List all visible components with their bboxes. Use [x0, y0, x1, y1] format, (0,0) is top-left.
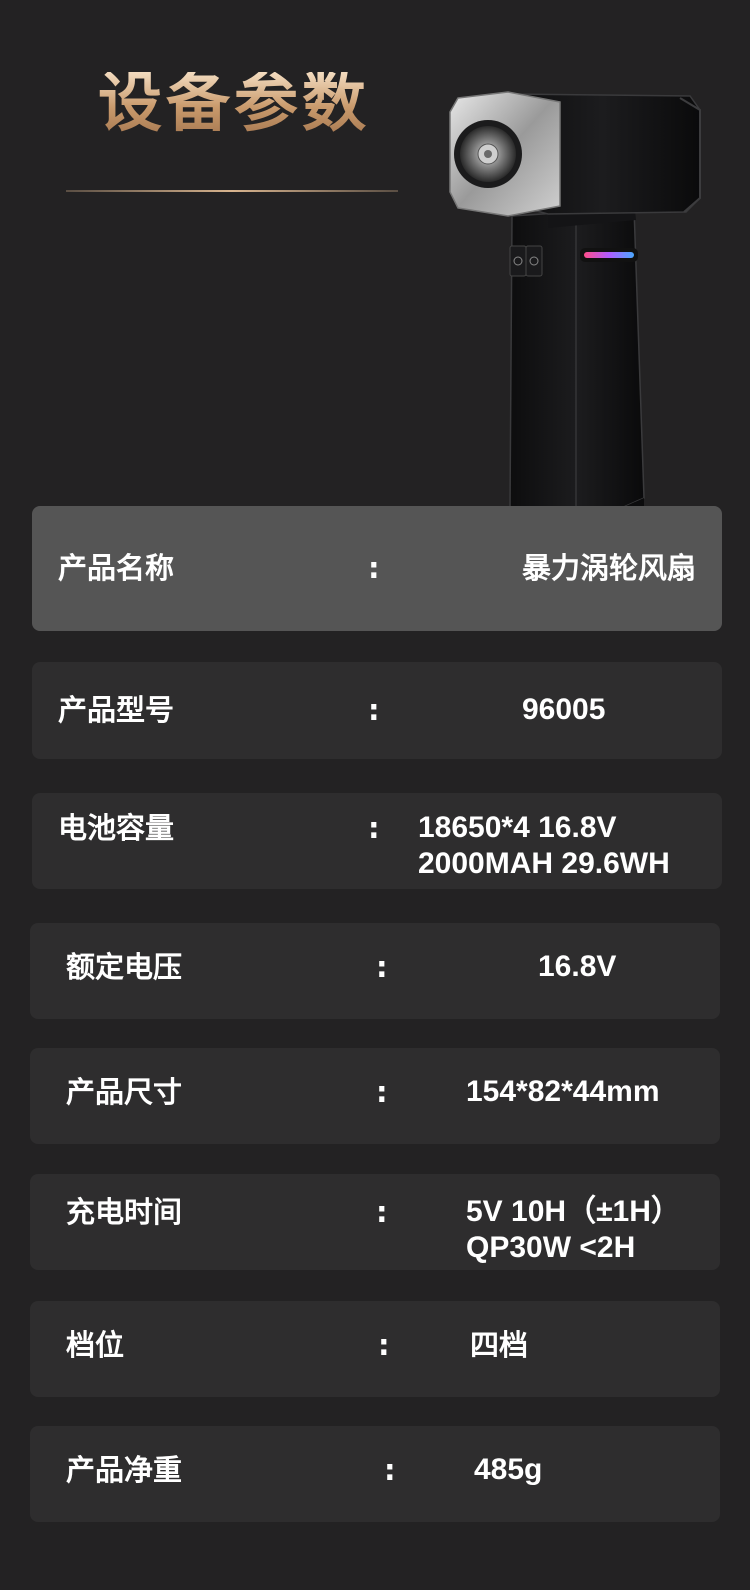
spec-value-line: 2000MAH 29.6WH — [418, 847, 670, 880]
spec-value: 154*82*44mm — [466, 1075, 660, 1108]
page-title: 设备参数 — [98, 67, 370, 141]
spec-label: 产品尺寸 — [66, 1075, 183, 1109]
spec-row-weight: 产品净重 : 485g — [30, 1426, 720, 1522]
spec-label: 产品名称 — [58, 551, 175, 585]
spec-colon: : — [368, 811, 380, 845]
spec-value-line: QP30W <2H — [466, 1231, 636, 1264]
spec-value: 485g — [474, 1453, 543, 1486]
spec-label: 电池容量 — [58, 811, 175, 845]
spec-colon: : — [368, 551, 380, 585]
spec-label: 产品型号 — [58, 693, 175, 727]
spec-value: 16.8V — [538, 950, 617, 983]
spec-label: 额定电压 — [66, 950, 183, 984]
spec-colon: : — [376, 1075, 388, 1109]
spec-value: 四档 — [470, 1328, 529, 1362]
spec-colon: : — [376, 950, 388, 984]
spec-colon: : — [376, 1195, 388, 1229]
spec-row-product-name: 产品名称 : 暴力涡轮风扇 — [32, 506, 722, 631]
spec-colon: : — [368, 693, 380, 727]
title-divider — [66, 190, 398, 192]
turbo-fan-product-image — [449, 91, 701, 538]
spec-value-line: 18650*4 16.8V — [418, 811, 617, 844]
spec-label: 档位 — [66, 1328, 125, 1362]
spec-row-size: 产品尺寸 : 154*82*44mm — [30, 1048, 720, 1144]
spec-row-model: 产品型号 : 96005 — [32, 662, 722, 759]
spec-colon: : — [378, 1328, 390, 1362]
spec-colon: : — [384, 1453, 396, 1487]
spec-label: 充电时间 — [66, 1195, 183, 1229]
spec-value: 暴力涡轮风扇 — [522, 551, 697, 585]
spec-row-battery: 电池容量 : 18650*4 16.8V 2000MAH 29.6WH — [32, 793, 722, 889]
spec-value-line: 5V 10H（±1H） — [466, 1195, 681, 1228]
spec-row-voltage: 额定电压 : 16.8V — [30, 923, 720, 1019]
spec-row-charging: 充电时间 : 5V 10H（±1H） QP30W <2H — [30, 1174, 720, 1270]
spec-value: 96005 — [522, 693, 606, 726]
spec-row-gears: 档位 : 四档 — [30, 1301, 720, 1397]
spec-label: 产品净重 — [66, 1453, 183, 1487]
spec-value: 5V 10H（±1H） QP30W <2H — [466, 1194, 681, 1266]
spec-value: 18650*4 16.8V 2000MAH 29.6WH — [418, 810, 670, 882]
